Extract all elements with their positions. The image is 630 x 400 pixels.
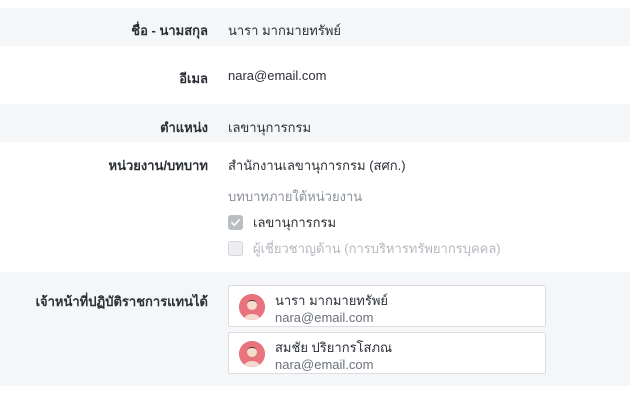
email-row: อีเมล nara@email.com [0, 56, 630, 94]
delegate-email: nara@email.com [275, 310, 374, 325]
delegate-email: nara@email.com [275, 357, 374, 372]
user-photo-icon [239, 294, 265, 320]
email-value: nara@email.com [228, 68, 327, 83]
role-checkbox-checked[interactable] [228, 215, 243, 230]
delegates-row: เจ้าหน้าที่ปฏิบัติราชการแทนได้ นารา มากม… [0, 272, 630, 386]
avatar [239, 294, 265, 320]
delegate-card[interactable]: นารา มากมายทรัพย์ nara@email.com [228, 285, 546, 327]
unit-row: หน่วยงาน/บทบาท สำนักงานเลขานุการกรม (สศก… [0, 144, 630, 264]
position-value: เลขานุการกรม [228, 120, 312, 135]
role-checkbox-disabled [228, 241, 243, 256]
delegate-name: นารา มากมายทรัพย์ [275, 293, 389, 308]
position-row: ตำแหน่ง เลขานุการกรม [0, 104, 630, 142]
name-row: ชื่อ - นามสกุล นารา มากมายทรัพย์ [0, 8, 630, 46]
unit-value: สำนักงานเลขานุการกรม (สศก.) [228, 158, 406, 173]
avatar [239, 341, 265, 367]
delegate-card[interactable]: สมชัย ปริยากรโสภณ nara@email.com [228, 332, 546, 374]
unit-label: หน่วยงาน/บทบาท [108, 158, 208, 173]
delegate-name: สมชัย ปริยากรโสภณ [275, 340, 393, 355]
roles-heading: บทบาทภายใต้หน่วยงาน [228, 189, 363, 204]
role-label: ผู้เชี่ยวชาญด้าน (การบริหารทรัพยากรบุคคล… [253, 241, 501, 256]
name-label: ชื่อ - นามสกุล [131, 23, 208, 38]
role-option-secretary[interactable]: เลขานุการกรม [228, 212, 336, 233]
user-photo-icon [239, 341, 265, 367]
email-label: อีเมล [179, 71, 208, 86]
delegates-label: เจ้าหน้าที่ปฏิบัติราชการแทนได้ [35, 294, 208, 309]
check-icon [231, 218, 240, 227]
role-label: เลขานุการกรม [253, 215, 337, 230]
name-value: นารา มากมายทรัพย์ [228, 23, 342, 38]
position-label: ตำแหน่ง [160, 120, 208, 135]
role-option-expert: ผู้เชี่ยวชาญด้าน (การบริหารทรัพยากรบุคคล… [228, 238, 501, 259]
